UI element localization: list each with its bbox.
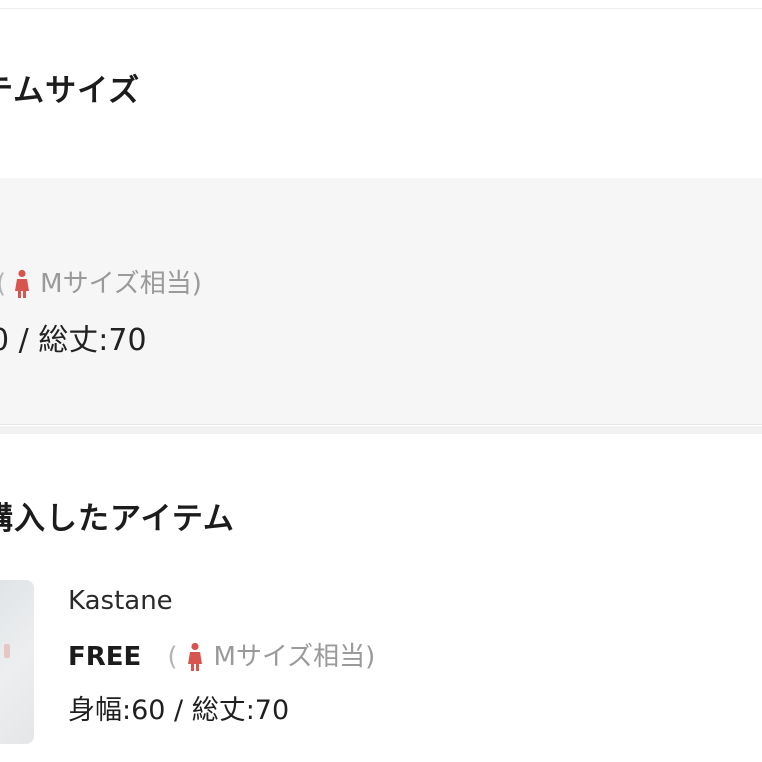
open-paren: ( — [167, 642, 178, 672]
item-size-equivalent: ( Mサイズ相当) — [167, 642, 375, 672]
item-thumbnail[interactable] — [0, 580, 34, 744]
open-paren: ( — [0, 271, 6, 297]
purchased-items-heading: 購入したアイテム — [0, 501, 235, 537]
item-size-label: FREE — [68, 642, 142, 672]
size-measurements: 0 / 総丈:70 — [0, 323, 147, 358]
item-size-row: FREE ( Mサイズ相当) — [68, 642, 375, 672]
person-icon — [15, 269, 30, 298]
item-measurements: 身幅:60 / 総丈:70 — [68, 695, 290, 726]
size-panel — [0, 178, 762, 425]
section-divider — [0, 426, 762, 434]
person-icon — [188, 642, 203, 671]
size-equivalent-text: Mサイズ相当) — [40, 269, 202, 299]
top-divider — [0, 8, 762, 9]
item-size-heading: テムサイズ — [0, 73, 141, 109]
thumbnail-detail — [4, 644, 10, 658]
item-size-equivalent-text: Mサイズ相当) — [213, 642, 376, 672]
size-equivalent: ( Mサイズ相当) — [0, 269, 202, 299]
item-brand[interactable]: Kastane — [68, 588, 173, 614]
